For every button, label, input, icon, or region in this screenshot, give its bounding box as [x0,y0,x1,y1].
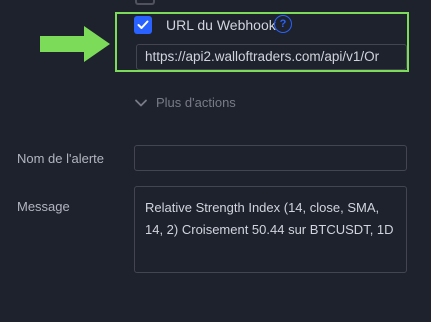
webhook-checkbox[interactable] [134,16,152,34]
more-actions-toggle[interactable]: Plus d'actions [134,95,236,110]
webhook-url-input[interactable]: https://api2.walloftraders.com/api/v1/Or [136,44,407,70]
webhook-label: URL du Webhook [166,17,276,33]
more-actions-label: Plus d'actions [156,95,236,110]
alert-name-input[interactable] [134,145,407,171]
green-right-arrow-icon [40,26,110,62]
message-label: Message [17,199,70,214]
message-textarea[interactable]: Relative Strength Index (14, close, SMA,… [134,186,407,273]
alert-name-label: Nom de l'alerte [17,151,105,166]
partial-checkbox[interactable] [135,0,155,5]
question-mark-circle-icon[interactable]: ? [274,15,292,33]
checkmark-icon [137,20,149,29]
alert-settings-panel: URL du Webhook ? https://api2.walloftrad… [0,0,431,322]
chevron-down-icon [135,99,147,106]
